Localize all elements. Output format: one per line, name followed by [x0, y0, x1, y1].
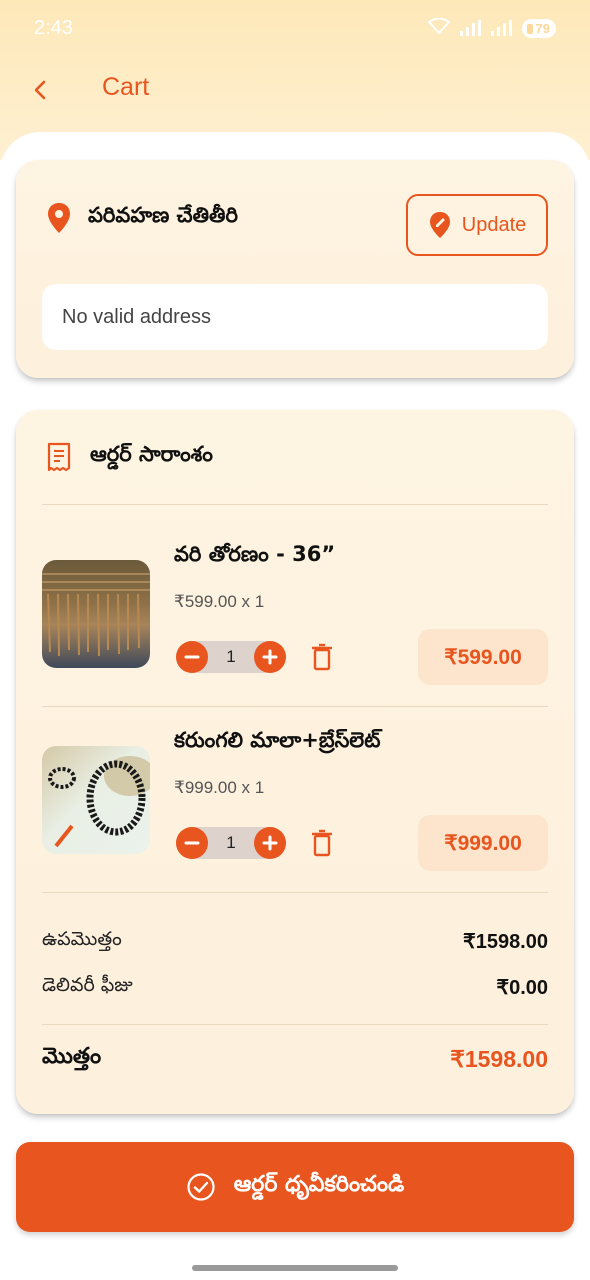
delivery-fee-label: డెలివరీ ఫీజు: [42, 974, 133, 996]
divider: [42, 892, 548, 893]
chevron-left-icon: [34, 80, 46, 100]
item-name: వరి తోరణం - 36”: [174, 542, 336, 566]
receipt-icon: [47, 442, 71, 472]
cart-item: కరుంగలి మాలా+బ్రేస్‌లెట్ ₹999.00 x 1 1 ₹…: [16, 708, 574, 894]
confirm-order-button[interactable]: ఆర్డర్ ధృవీకరించండి: [16, 1142, 574, 1232]
item-price-qty: ₹999.00 x 1: [174, 778, 265, 797]
increment-button[interactable]: [254, 827, 286, 859]
update-label: Update: [461, 213, 527, 236]
edit-location-icon: [429, 212, 450, 238]
signal-icon-2: [490, 20, 512, 36]
product-image: [42, 560, 150, 668]
plus-icon: [262, 835, 278, 851]
status-time: 2:43: [34, 16, 73, 39]
app-header: Cart: [0, 56, 590, 126]
update-address-button[interactable]: Update: [406, 194, 548, 256]
location-pin-icon: [48, 203, 70, 233]
quantity-value: 1: [226, 833, 236, 852]
total-label: మొత్తం: [42, 1044, 102, 1069]
increment-button[interactable]: [254, 641, 286, 673]
address-value: No valid address: [42, 284, 548, 350]
order-summary-card: ఆర్డర్ సారాంశం వరి తోరణం - 36” ₹599.00 x…: [16, 410, 574, 1114]
quantity-stepper: 1: [176, 641, 286, 673]
divider: [42, 504, 548, 505]
total-value: ₹1598.00: [450, 1045, 548, 1072]
confirm-order-label: ఆర్డర్ ధృవీకరించండి: [233, 1172, 405, 1197]
delivery-address-card: పరివహణ చేతితీరి Update No valid address: [16, 160, 574, 378]
plus-icon: [262, 649, 278, 665]
item-price-qty: ₹599.00 x 1: [174, 592, 265, 611]
cart-item: వరి తోరణం - 36” ₹599.00 x 1 1 ₹599.00: [16, 506, 574, 692]
total-row: మొత్తం ₹1598.00: [42, 1044, 548, 1074]
delivery-fee-value: ₹0.00: [496, 977, 548, 999]
wifi-icon: [427, 17, 451, 40]
subtotal-row: ఉపమొత్తం ₹1598.00: [42, 928, 548, 955]
divider: [42, 1024, 548, 1025]
delivery-fee-row: డెలివరీ ఫీజు ₹0.00: [42, 974, 548, 1001]
minus-icon: [184, 841, 200, 845]
address-header: పరివహణ చేతితీరి: [46, 202, 238, 234]
quantity-stepper: 1: [176, 827, 286, 859]
trash-icon: [312, 829, 332, 857]
summary-title: ఆర్డర్ సారాంశం: [90, 442, 213, 466]
minus-icon: [184, 655, 200, 659]
signal-icon: [459, 20, 481, 36]
subtotal-value: ₹1598.00: [462, 931, 548, 953]
home-indicator[interactable]: [192, 1265, 398, 1271]
item-line-total: ₹999.00: [418, 815, 548, 871]
delete-item-button[interactable]: [310, 829, 334, 857]
battery-icon: 79: [521, 18, 556, 38]
quantity-value: 1: [226, 647, 236, 666]
check-circle-icon: [187, 1173, 215, 1201]
decrement-button[interactable]: [176, 827, 208, 859]
divider: [42, 706, 548, 707]
trash-icon: [312, 643, 332, 671]
subtotal-label: ఉపమొత్తం: [42, 928, 122, 950]
item-line-total: ₹599.00: [418, 629, 548, 685]
status-icons: 79: [427, 17, 556, 40]
delete-item-button[interactable]: [310, 643, 334, 671]
back-button[interactable]: [26, 76, 54, 104]
summary-header: ఆర్డర్ సారాంశం: [46, 442, 213, 472]
address-title: పరివహణ చేతితీరి: [88, 203, 238, 227]
decrement-button[interactable]: [176, 641, 208, 673]
product-image: [42, 746, 150, 854]
status-bar: 2:43 79: [0, 0, 590, 56]
item-name: కరుంగలి మాలా+బ్రేస్‌లెట్: [174, 728, 381, 752]
page-title: Cart: [102, 73, 150, 101]
